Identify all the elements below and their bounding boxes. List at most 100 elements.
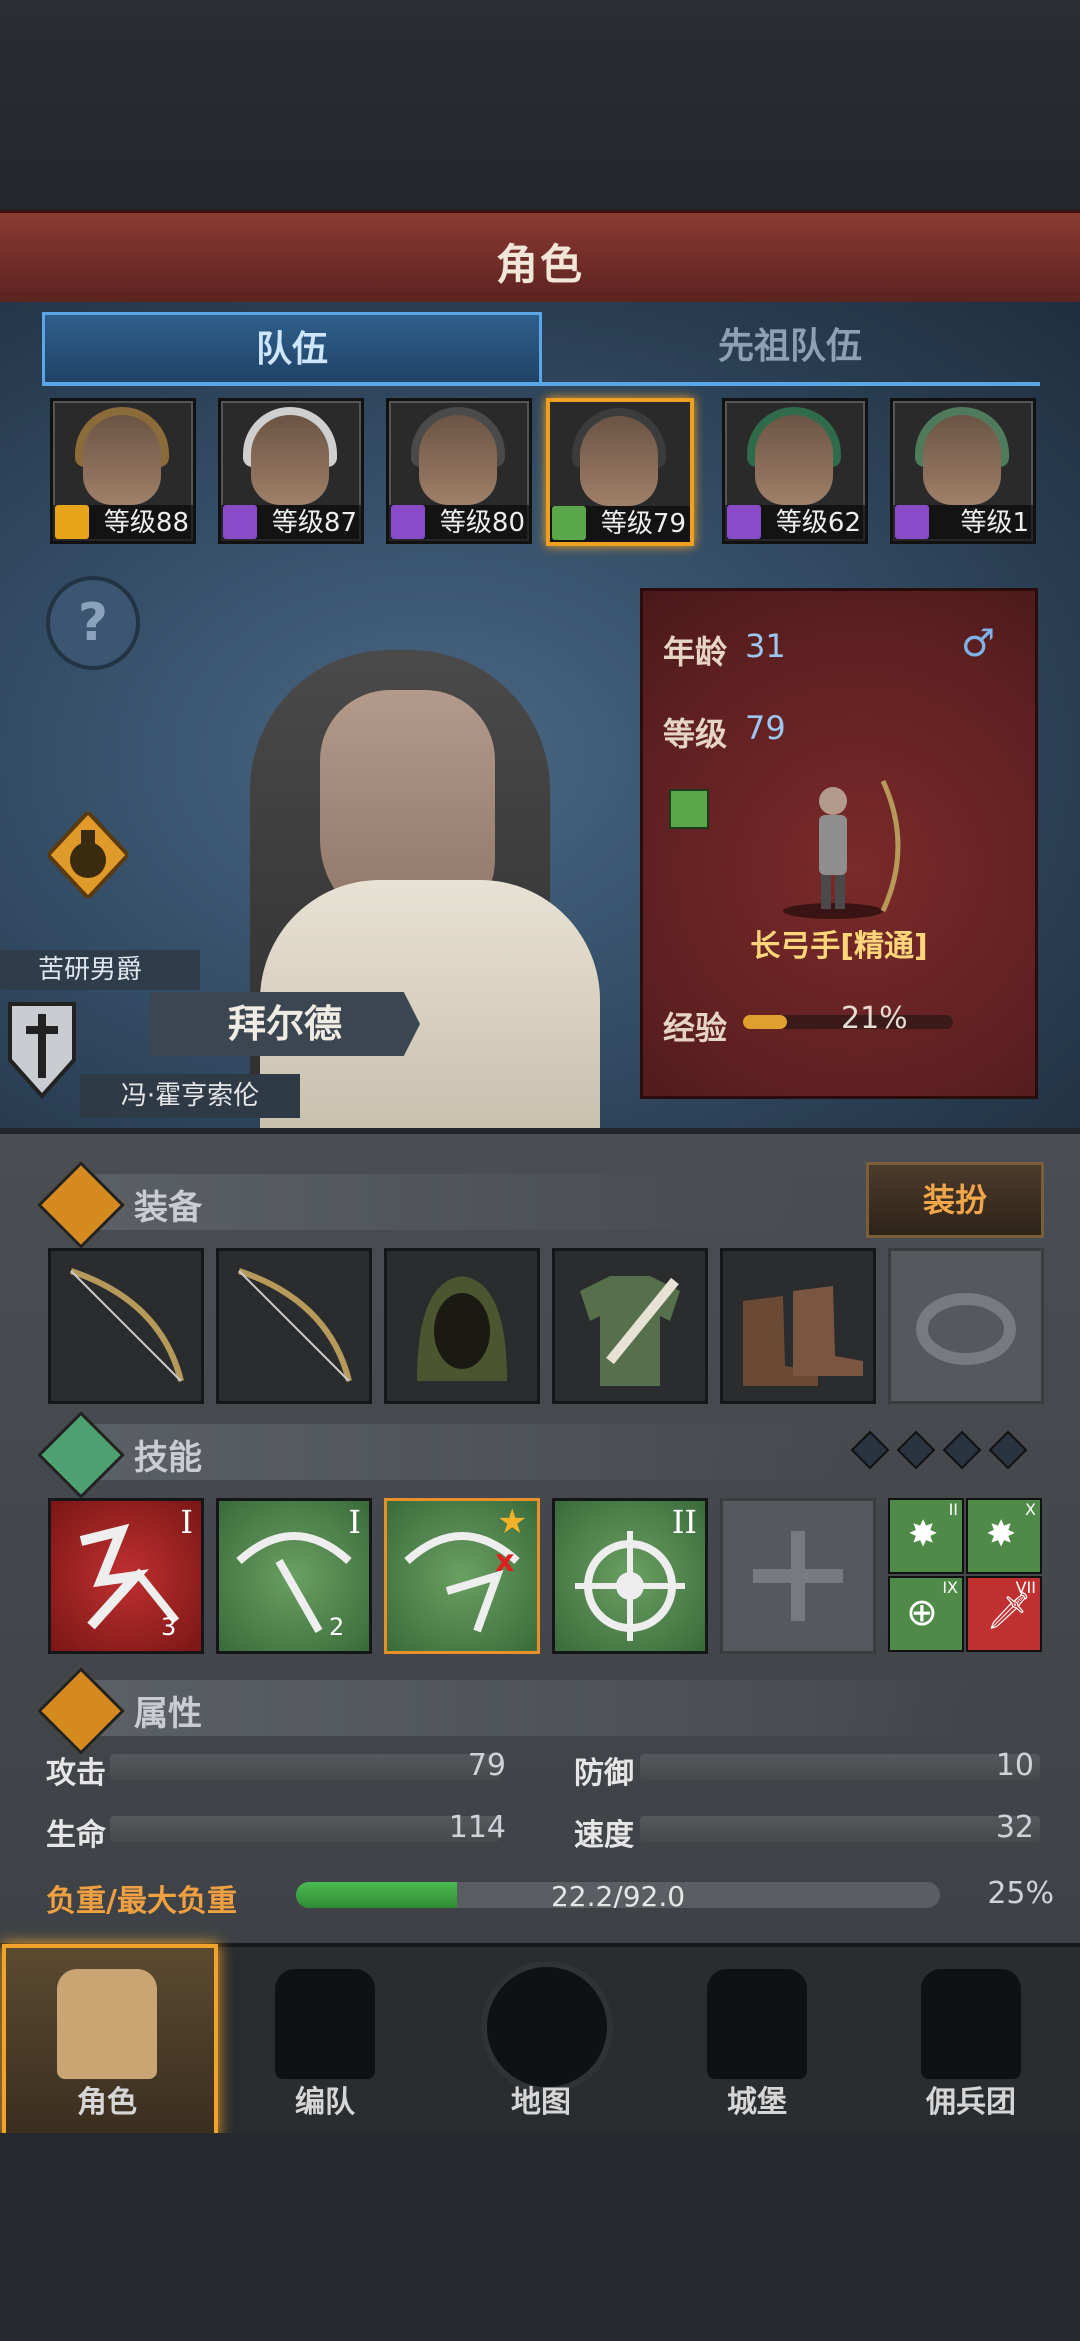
party-member-5[interactable]: 等级62 (722, 398, 868, 544)
nav-character[interactable]: 角色 (2, 1947, 212, 2133)
svg-text:★: ★ (497, 1502, 527, 1542)
class-shield-icon (55, 505, 89, 539)
tunic-icon (580, 1276, 680, 1386)
class-staff-icon (895, 505, 929, 539)
bow-icon (238, 1268, 352, 1382)
bow-icon (70, 1268, 184, 1382)
sword-icon: 🗡 (986, 1591, 1032, 1632)
skill-slot-empty[interactable] (720, 1498, 876, 1654)
party-member-3[interactable]: 等级80 (386, 398, 532, 544)
attributes-header-band (80, 1680, 980, 1736)
sword-strike-icon (79, 1523, 180, 1630)
portrait-face (923, 415, 1001, 505)
male-icon: ♂ (961, 621, 996, 665)
attack-value: 79 (467, 1748, 506, 1783)
skill-slot-4[interactable]: II (552, 1498, 708, 1654)
svg-text:x: x (495, 1544, 514, 1579)
skill-count-badge: 3 (161, 1613, 177, 1641)
family-shield-icon (8, 1002, 76, 1100)
class-staff-icon (727, 505, 761, 539)
helmet-icon (275, 1969, 375, 2079)
level-value: 79 (745, 709, 786, 747)
nav-mercenary[interactable]: 佣兵团 (866, 1947, 1076, 2133)
nav-label: 地图 (511, 2085, 571, 2120)
age-value: 31 (745, 627, 786, 665)
passive-skill-1[interactable]: II ✸ (888, 1498, 964, 1574)
portrait-face (580, 416, 658, 506)
hp-label: 生命 (46, 1818, 106, 1853)
defense-label: 防御 (574, 1756, 634, 1791)
skill-rank: I (348, 1503, 361, 1541)
piercing-arrow-icon: x★ (404, 1502, 527, 1633)
skill-points-diamonds (850, 1430, 1028, 1470)
top-background (0, 0, 1080, 210)
hero-name[interactable]: 拜尔德 (150, 992, 420, 1056)
party-member-4-selected[interactable]: 等级79 (546, 398, 694, 546)
mercenary-banner-icon (921, 1969, 1021, 2079)
attack-label: 攻击 (46, 1756, 106, 1791)
exp-percent: 21% (841, 1001, 908, 1036)
nav-label: 城堡 (727, 2085, 787, 2120)
potion-icon[interactable] (48, 812, 128, 898)
help-button[interactable]: ? (46, 576, 140, 670)
exp-label: 经验 (663, 1009, 728, 1047)
skill-rank: IX (942, 1578, 958, 1597)
nav-castle[interactable]: 城堡 (652, 1947, 862, 2133)
class-staff-icon (391, 505, 425, 539)
speed-value: 32 (995, 1810, 1034, 1845)
equipment-slot-bow[interactable] (216, 1248, 372, 1404)
portrait-face (755, 415, 833, 505)
ring-icon (916, 1293, 1016, 1365)
nav-formation[interactable]: 编队 (220, 1947, 430, 2133)
skill-slot-1[interactable]: I 3 (48, 1498, 204, 1654)
load-percent: 25% (987, 1876, 1054, 1911)
equipment-slot-tunic[interactable] (552, 1248, 708, 1404)
compass-icon (481, 1961, 613, 2093)
load-label: 负重/最大负重 (46, 1884, 237, 1919)
party-member-6[interactable]: 等级1 (890, 398, 1036, 544)
passive-skill-3[interactable]: IX ⊕ (888, 1576, 964, 1652)
attributes-title: 属性 (134, 1694, 202, 1734)
load-bar: 22.2/92.0 (296, 1882, 940, 1908)
hero-family-name: 冯·霍亨索伦 (80, 1074, 300, 1118)
nav-map[interactable]: 地图 (436, 1947, 646, 2133)
skill-rank: II (671, 1503, 697, 1541)
hp-value: 114 (448, 1810, 506, 1845)
bow-shot-icon (236, 1532, 352, 1633)
burst-icon: ✸ (908, 1514, 939, 1555)
party-member-2[interactable]: 等级87 (218, 398, 364, 544)
level-label: 等级 (663, 715, 728, 753)
nav-label: 角色 (77, 2085, 137, 2120)
portrait-face (251, 415, 329, 505)
exp-bar-fill (743, 1015, 788, 1029)
skill-slot-2[interactable]: I 2 (216, 1498, 372, 1654)
skill-slot-3-highlighted[interactable]: x ★ (384, 1498, 540, 1654)
equipment-slot-boots[interactable] (720, 1248, 876, 1404)
portrait-face (419, 415, 497, 505)
tab-underline (42, 382, 1040, 386)
skill-rank: X (1025, 1500, 1036, 1519)
tab-team[interactable]: 队伍 (42, 312, 542, 385)
title-bar: 角色 (0, 210, 1080, 309)
burst-icon: ✸ (986, 1514, 1017, 1555)
passive-skill-2[interactable]: X ✸ (966, 1498, 1042, 1574)
party-member-1[interactable]: 等级88 (50, 398, 196, 544)
passive-skill-4[interactable]: VII 🗡 (966, 1576, 1042, 1652)
defense-value: 10 (995, 1748, 1034, 1783)
equipment-title: 装备 (134, 1188, 202, 1228)
skills-title: 技能 (134, 1438, 202, 1478)
class-name: 长弓手[精通] (750, 929, 928, 964)
castle-icon (707, 1969, 807, 2079)
equipment-slot-hood[interactable] (384, 1248, 540, 1404)
skill-rank: I (180, 1503, 193, 1541)
costume-button[interactable]: 装扮 (866, 1162, 1044, 1238)
tab-ancestor-team[interactable]: 先祖队伍 (540, 312, 1040, 385)
equipment-slot-ring-empty[interactable] (888, 1248, 1044, 1404)
nav-label: 佣兵团 (926, 2085, 1016, 2120)
hero-title: 苦研男爵 (0, 950, 200, 990)
knight-icon (57, 1969, 157, 2079)
equipment-slot-bow[interactable] (48, 1248, 204, 1404)
portrait-face (83, 415, 161, 505)
boots-icon (743, 1286, 863, 1386)
archer-figure-icon (783, 779, 901, 919)
